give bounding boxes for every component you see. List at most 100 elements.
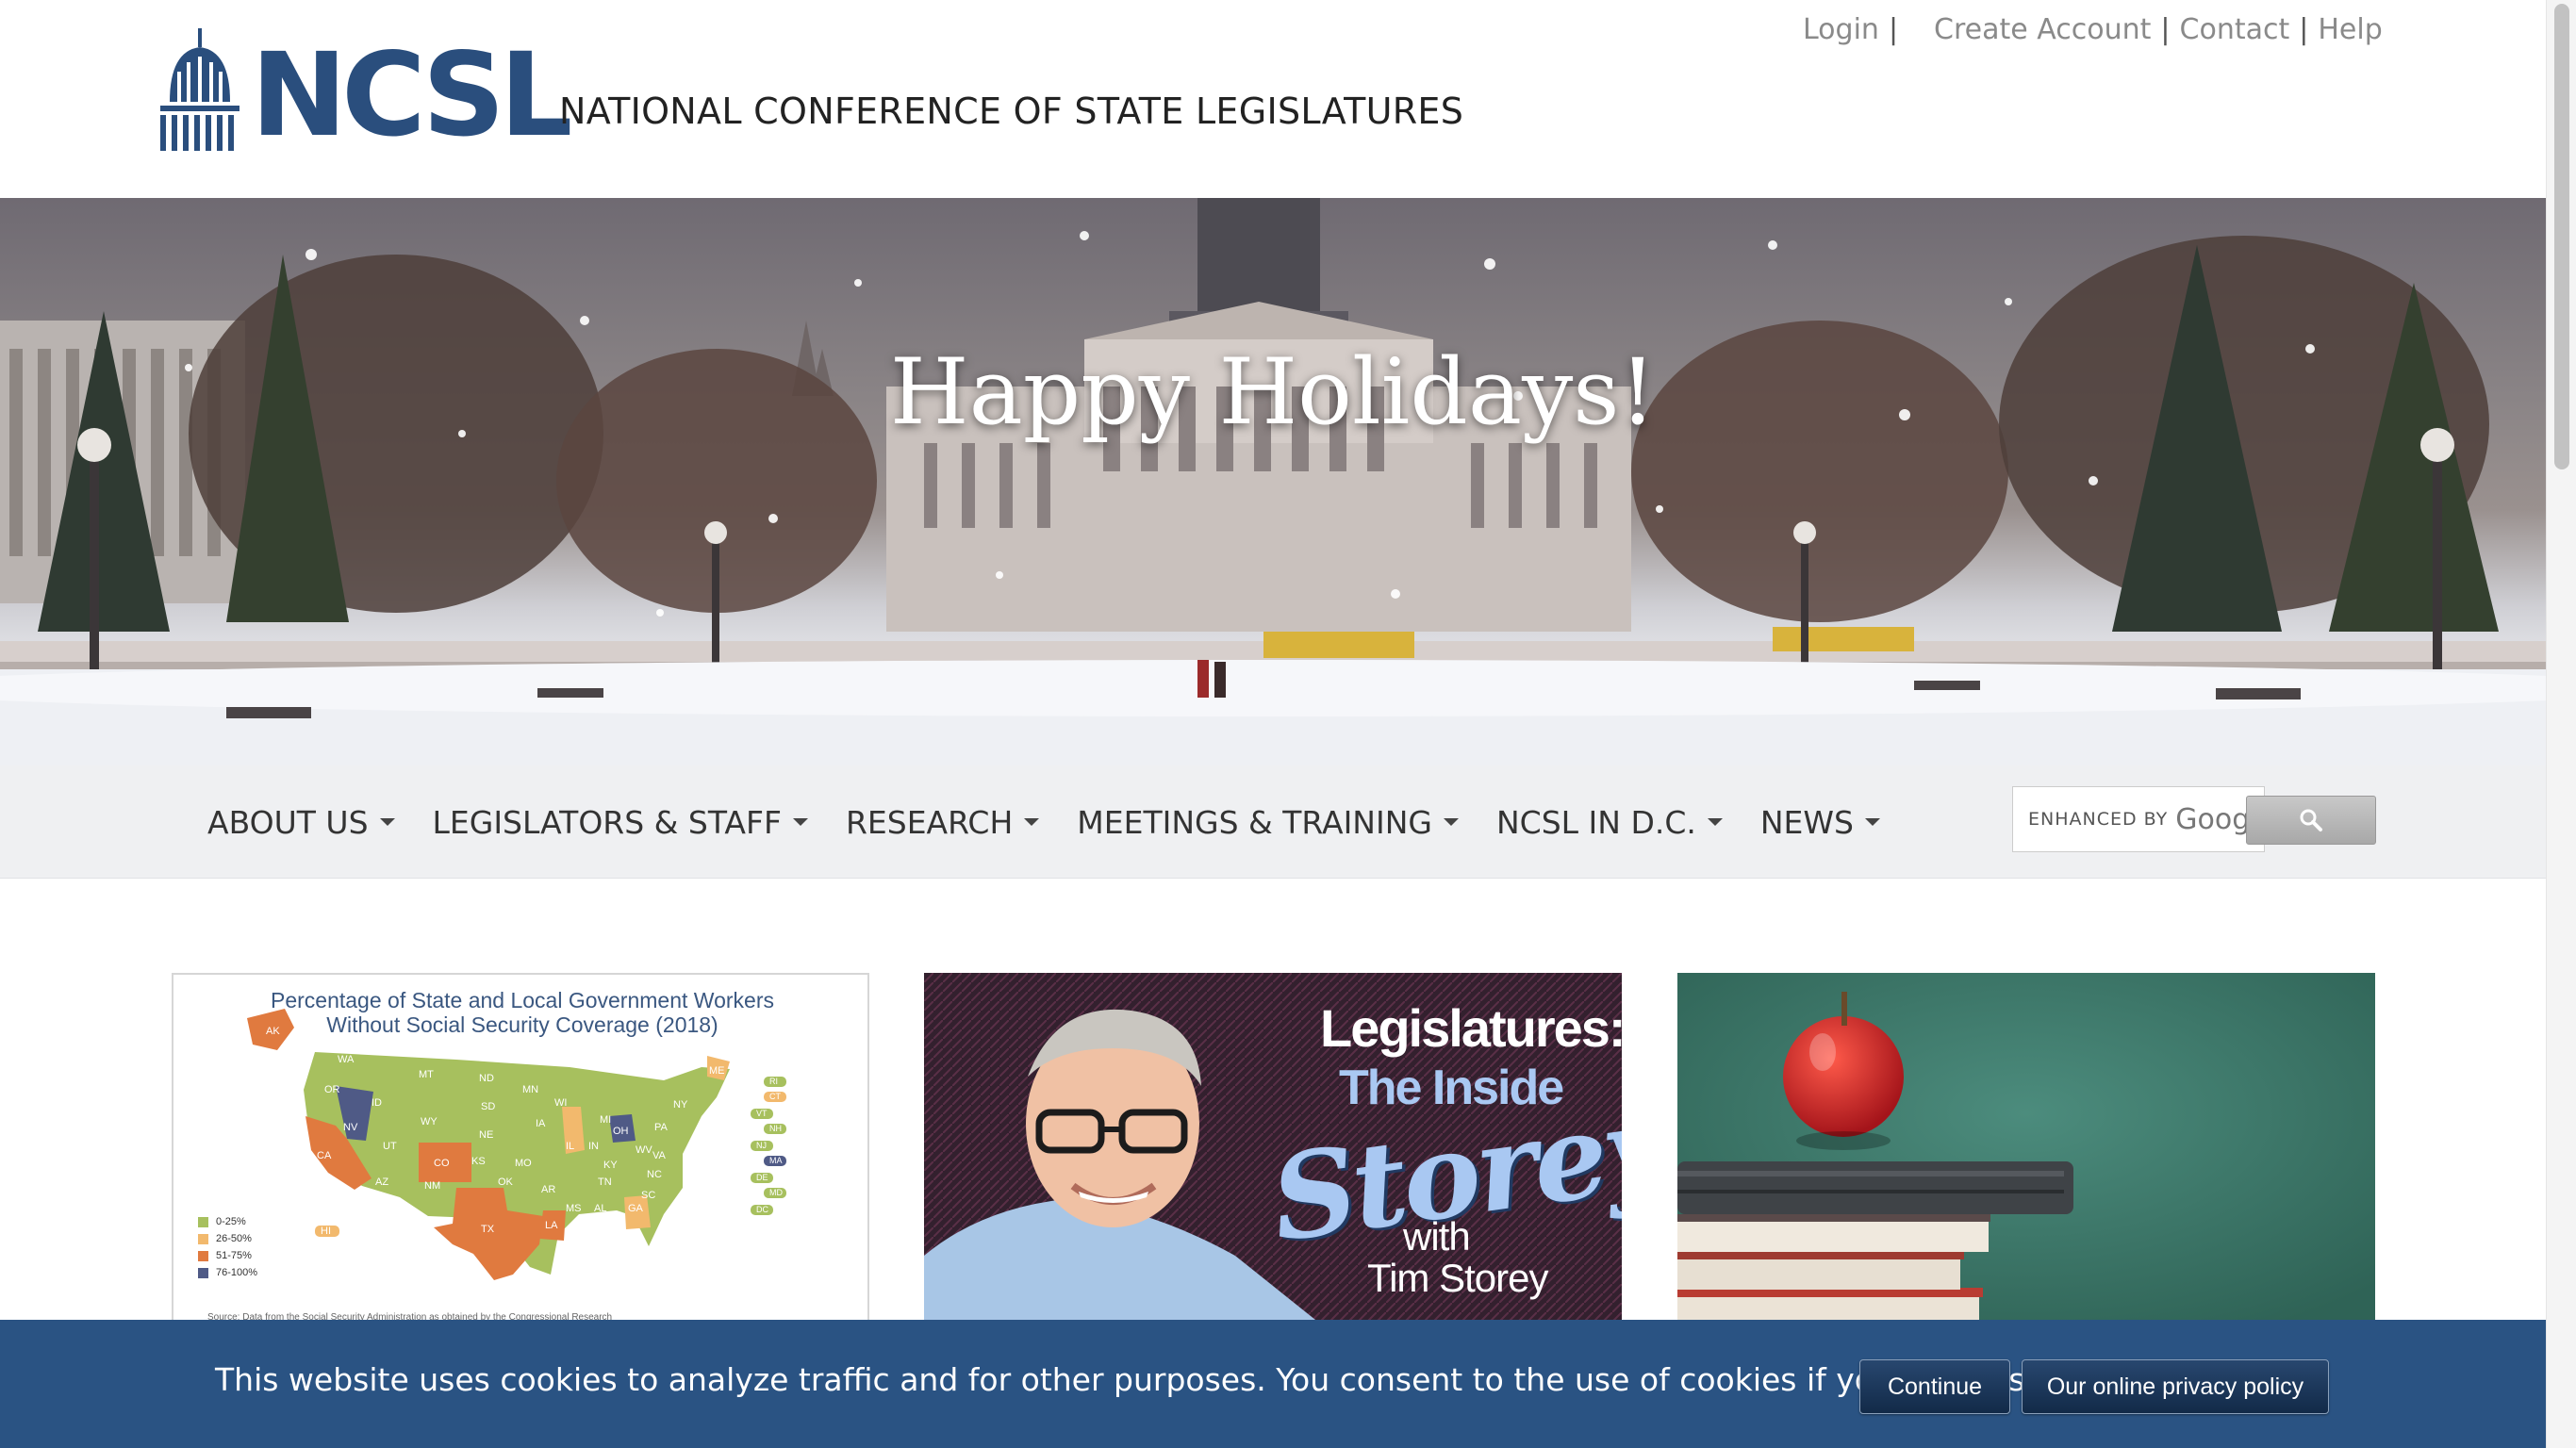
caret-down-icon [379,818,395,826]
help-link[interactable]: Help [2318,13,2382,46]
state-label: OK [498,1176,513,1188]
state-label: NM [424,1180,441,1192]
apple-books-laptop-image [1677,973,2375,1324]
nav-item-news[interactable]: NEWS [1760,804,1880,841]
separator: | [2160,13,2171,46]
state-label: IA [536,1118,546,1129]
search-input[interactable]: ENHANCED BY Goog [2012,786,2265,852]
state-label: ID [372,1097,382,1109]
nav-item-meetings-training[interactable]: MEETINGS & TRAINING [1077,804,1459,841]
state-label: ME [709,1065,725,1077]
winter-capitol-scene [0,198,2546,765]
state-label: HI [321,1226,331,1237]
page-scrollbar[interactable] [2546,0,2576,1448]
create-account-link[interactable]: Create Account [1934,13,2151,46]
nav-item-legislators-staff[interactable]: LEGISLATORS & STAFF [433,804,808,841]
state-label: TN [598,1176,612,1188]
card-inside-storey-podcast[interactable]: Legislatures: The Inside Storey with Tim… [924,973,1622,1324]
search-button[interactable] [2246,796,2376,845]
state-label: PA [654,1122,668,1133]
logo-wordmark: NCSL [251,28,573,162]
caret-down-icon [1865,818,1880,826]
separator: | [1888,13,1899,46]
side-state-label: MA [769,1156,783,1165]
card-social-security-map[interactable]: Percentage of State and Local Government… [172,973,869,1324]
state-label: MS [566,1203,582,1214]
nav-label: NCSL IN D.C. [1495,803,1696,841]
state-label: GA [628,1203,643,1214]
podcast-with: with [1403,1214,1471,1259]
caret-down-icon [792,818,808,826]
state-label: CA [317,1150,332,1161]
card-education[interactable] [1677,973,2375,1324]
legend-item: 51-75% [198,1250,252,1261]
state-label: MT [419,1069,434,1080]
legend-swatch [198,1233,208,1244]
nav-menu: ABOUT US LEGISLATORS & STAFF RESEARCH ME… [207,765,1918,879]
state-label: KS [471,1156,486,1167]
state-label: UT [383,1141,397,1152]
legend-label: 76-100% [216,1267,258,1278]
state-label: SD [481,1101,496,1112]
legend-swatch [198,1250,208,1261]
legend-label: 51-75% [216,1250,252,1261]
privacy-policy-button[interactable]: Our online privacy policy [2022,1359,2329,1414]
state-label: WA [338,1054,355,1065]
cookie-consent-banner: This website uses cookies to analyze tra… [0,1320,2546,1448]
state-label: MN [522,1084,539,1095]
search-enhanced-by: ENHANCED BY [2028,809,2169,830]
search-brand: Goog [2175,802,2251,836]
side-state-label: MD [769,1188,783,1197]
contact-link[interactable]: Contact [2180,13,2290,46]
hero-title: Happy Holidays! [889,339,1657,445]
state-label: NV [343,1122,358,1133]
state-label: ND [479,1073,494,1084]
utility-links: Login | Create Account | Contact | Help [1803,13,2383,46]
legend-item: 26-50% [198,1233,252,1244]
side-state-label: NJ [756,1141,767,1150]
state-label: NY [673,1099,688,1111]
state-label: NE [479,1129,494,1141]
state-label: FL [647,1248,659,1259]
state-label: AL [594,1203,607,1214]
capitol-dome-icon [160,28,239,151]
state-label: WI [554,1097,568,1109]
nav-label: ABOUT US [207,803,369,841]
nav-label: LEGISLATORS & STAFF [432,803,782,841]
side-state-label: NH [769,1124,782,1133]
nav-item-about-us[interactable]: ABOUT US [207,804,395,841]
legend-label: 0-25% [216,1216,246,1227]
ncsl-logo[interactable]: NCSL [157,28,573,162]
state-label: MO [515,1158,532,1169]
legend-item: 0-25% [198,1216,246,1227]
state-label: WY [421,1116,438,1127]
state-label: OR [324,1084,340,1095]
legend-swatch [198,1216,208,1227]
state-label: MI [600,1114,612,1126]
podcast-title-line1: Legislatures: [1320,998,1622,1058]
nav-label: RESEARCH [845,803,1014,841]
map-state-labels: AK WA MT ND MN OR ID SD WI MI NY ME WY N… [173,975,867,1322]
separator: | [2299,13,2309,46]
nav-item-ncsl-in-dc[interactable]: NCSL IN D.C. [1496,804,1723,841]
organization-name: NATIONAL CONFERENCE OF STATE LEGISLATURE… [559,90,1464,132]
caret-down-icon [1443,818,1459,826]
scrollbar-thumb[interactable] [2554,4,2569,469]
nav-label: MEETINGS & TRAINING [1077,803,1432,841]
cookie-continue-button[interactable]: Continue [1859,1359,2010,1414]
nav-item-research[interactable]: RESEARCH [845,803,1040,841]
state-label: TX [481,1224,495,1235]
state-label: OH [613,1126,629,1137]
state-label: WV [636,1144,652,1156]
state-label: CO [434,1158,450,1169]
legend-item: 76-100% [198,1267,257,1278]
state-label: NC [647,1169,662,1180]
site-header: NCSL NATIONAL CONFERENCE OF STATE LEGISL… [0,0,2546,198]
search-icon [2300,809,2322,831]
side-state-label: VT [756,1109,768,1118]
hero-banner: Happy Holidays! [0,198,2546,765]
state-label: VA [652,1150,666,1161]
login-link[interactable]: Login [1803,13,1879,46]
state-label: IL [566,1141,575,1152]
podcast-host: Tim Storey [1367,1256,1548,1300]
